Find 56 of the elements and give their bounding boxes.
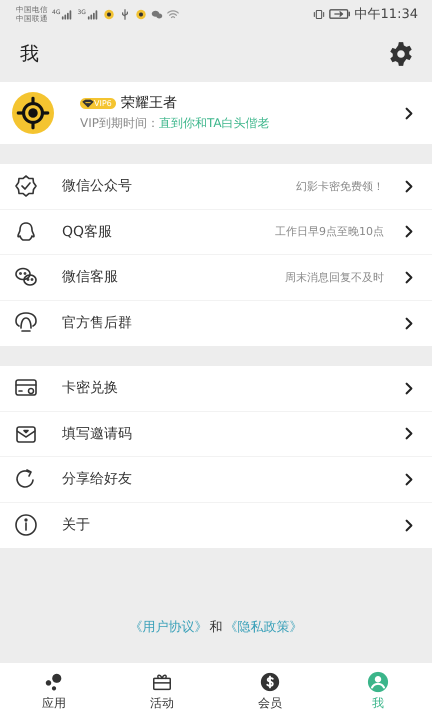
menu-row[interactable]: 微信公众号 幻影卡密免费领！ (0, 164, 432, 210)
row-label: 微信客服 (62, 268, 119, 286)
row-note: 周末消息回复不及时 (285, 270, 384, 285)
signal-icon (86, 8, 99, 20)
row-note: 幻影卡密免费领！ (296, 178, 384, 194)
app-notification-icon (102, 8, 115, 20)
menu-row[interactable]: 卡密兑换 (0, 366, 432, 412)
chevron-right-icon (404, 518, 414, 532)
profile-card[interactable]: VIP6 荣耀王者 VIP到期时间：直到你和TA白头偕老 (0, 82, 432, 144)
row-label: 官方售后群 (62, 314, 133, 332)
page-title: 我 (20, 42, 39, 67)
chevron-right-icon (404, 270, 414, 284)
expiry-value: 直到你和TA白头偕老 (158, 115, 270, 132)
badge-check-icon (14, 174, 38, 198)
chat-icon (150, 8, 163, 20)
settings-icon (388, 41, 414, 67)
chevron-right-icon (404, 427, 414, 440)
dollar-icon (259, 671, 281, 693)
menu-row[interactable]: 官方售后群 (0, 300, 432, 346)
person-icon (367, 671, 389, 693)
menu-row[interactable]: 分享给好友 (0, 457, 432, 502)
chevron-right-icon (404, 106, 414, 120)
menu-row[interactable]: 填写邀请码 (0, 412, 432, 457)
penguin-icon (14, 220, 38, 244)
tab-item[interactable]: 会员 (216, 663, 324, 720)
row-label: 分享给好友 (62, 470, 133, 488)
chevron-right-icon (404, 472, 414, 486)
info-icon (14, 513, 38, 538)
chevron-right-icon (404, 316, 414, 330)
row-label: 填写邀请码 (62, 424, 133, 443)
signal-icon (61, 8, 74, 20)
row-label: 微信公众号 (62, 177, 133, 196)
avatar-icon (12, 92, 54, 134)
vibrate-icon (312, 8, 325, 20)
menu-row[interactable]: QQ客服 工作日早9点至晚10点 (0, 210, 432, 255)
menu-row[interactable]: 关于 (0, 502, 432, 548)
row-label: 关于 (62, 516, 91, 534)
vip-level-text: VIP6 (94, 98, 112, 108)
user-name: 荣耀王者 (120, 94, 177, 112)
expiry-label: VIP到期时间： (80, 115, 159, 132)
app-notification-icon (134, 8, 147, 20)
tab-item[interactable]: 活动 (108, 663, 216, 720)
menu-row[interactable]: 微信客服 周末消息回复不及时 (0, 255, 432, 300)
battery-icon (328, 8, 351, 20)
clock-time: 中午11:34 (354, 6, 418, 23)
wifi-icon (166, 8, 179, 20)
row-label: QQ客服 (62, 222, 114, 241)
tab-item[interactable]: 应用 (0, 663, 108, 720)
row-label: 卡密兑换 (62, 379, 119, 398)
settings-button[interactable] (388, 41, 414, 67)
chevron-right-icon (404, 180, 414, 193)
footer-text: 和 (210, 619, 222, 636)
diamond-icon (82, 98, 94, 108)
row-note: 工作日早9点至晚10点 (275, 224, 384, 240)
chevron-right-icon (404, 225, 414, 238)
chevron-right-icon (404, 382, 414, 395)
